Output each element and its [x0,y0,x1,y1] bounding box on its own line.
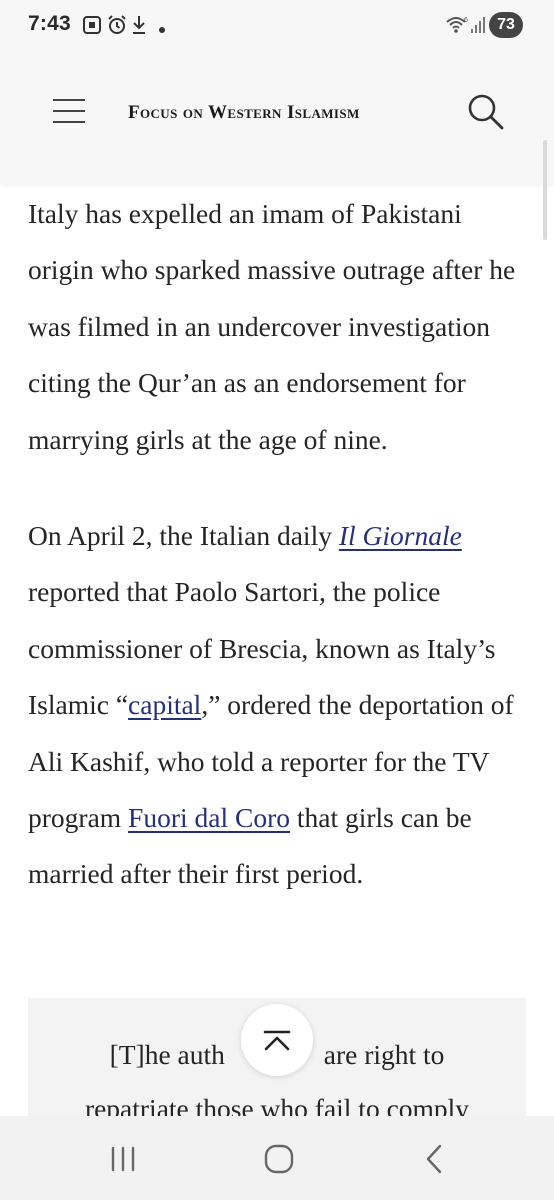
notification-dot-icon [158,21,166,43]
paragraph-text: On April 2, the Italian daily [28,520,339,552]
site-title[interactable]: Focus on Western Islamism [128,102,360,124]
site-header: Focus on Western Islamism [0,52,554,184]
article-paragraph-2: On April 2, the Italian daily Il Giornal… [28,508,528,903]
home-icon[interactable] [257,1140,301,1180]
blockquote-line-1-start: [T]he auth [109,1039,225,1070]
capital-link[interactable]: capital [128,689,201,720]
scroll-to-top-button[interactable] [241,1004,313,1076]
status-bar: 7:43 6 73 [0,0,554,52]
hamburger-menu-icon[interactable] [53,97,85,125]
il-giornale-link[interactable]: Il Giornale [339,520,462,551]
signal-icon [470,14,486,36]
article-body: Italy has expelled an imam of Pakistani … [28,184,528,903]
recent-apps-icon[interactable] [101,1140,145,1180]
svg-text:6: 6 [464,17,468,24]
chevron-up-bar-icon [263,1030,291,1051]
wifi-icon: 6 [444,14,470,36]
search-icon[interactable] [466,92,506,132]
back-icon[interactable] [412,1140,456,1180]
download-icon [130,14,148,36]
screenshot-icon [82,14,102,36]
system-nav-bar [0,1116,554,1200]
fuori-dal-coro-link[interactable]: Fuori dal Coro [128,802,290,833]
scroll-indicator[interactable] [543,140,547,240]
battery-indicator: 73 [489,12,523,38]
article-paragraph-1: Italy has expelled an imam of Pakistani … [28,198,516,455]
status-time: 7:43 [28,12,71,35]
blockquote-line-1-end: are right to [316,1039,445,1070]
alarm-icon [106,14,128,36]
